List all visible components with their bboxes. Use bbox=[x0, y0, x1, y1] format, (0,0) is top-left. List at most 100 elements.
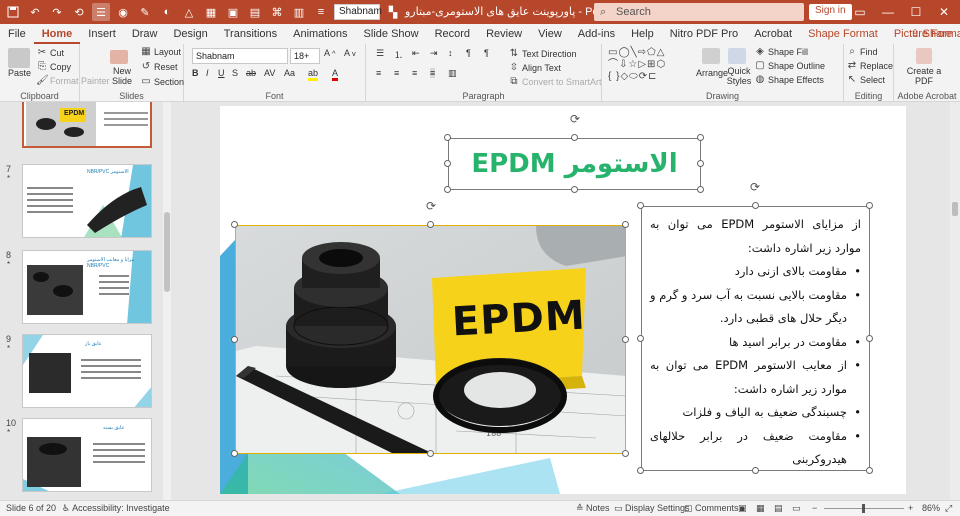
image-icon[interactable]: ▣ bbox=[224, 3, 242, 21]
align-left-icon[interactable]: ≡ bbox=[376, 68, 381, 78]
thumbnail-slide-10[interactable]: عایق بسته bbox=[22, 418, 152, 492]
align-icon[interactable]: ≡ bbox=[312, 3, 330, 21]
layout-icon[interactable]: ▥ bbox=[290, 3, 308, 21]
thumbnail-scrollbar[interactable] bbox=[163, 102, 171, 500]
align-center-icon[interactable]: ≡ bbox=[394, 68, 399, 78]
reset-button[interactable]: ↺ Reset bbox=[140, 61, 178, 73]
rtl-icon[interactable]: ¶ bbox=[484, 48, 489, 58]
font-grow-icon[interactable]: A ^ bbox=[324, 48, 336, 58]
slide-sorter-icon[interactable]: ▦ bbox=[756, 503, 765, 514]
epdm-picture[interactable]: 425 188 EPDM bbox=[235, 225, 626, 454]
fit-slide-icon[interactable]: ⤢ bbox=[945, 503, 952, 514]
new-slide-icon[interactable] bbox=[110, 50, 128, 64]
tab-file[interactable]: File bbox=[0, 24, 34, 44]
resize-handle[interactable] bbox=[571, 186, 578, 193]
redo-icon[interactable]: ↷ bbox=[48, 3, 66, 21]
textbox-rotate-handle-icon[interactable]: ⟳ bbox=[748, 180, 762, 194]
thumbnail-scroll-thumb[interactable] bbox=[164, 212, 170, 292]
link-icon[interactable]: ⌘ bbox=[268, 3, 286, 21]
quick-styles-icon[interactable] bbox=[728, 48, 746, 64]
rotate-handle-icon[interactable]: ⟳ bbox=[568, 112, 582, 126]
zoom-out-icon[interactable]: − bbox=[812, 503, 817, 513]
zoom-slider-thumb[interactable] bbox=[862, 504, 865, 513]
resize-handle[interactable] bbox=[697, 160, 704, 167]
resize-handle[interactable] bbox=[637, 202, 644, 209]
slideshow-icon[interactable]: ▭ bbox=[792, 503, 801, 514]
increase-indent-icon[interactable]: ⇥ bbox=[430, 48, 438, 59]
tab-acrobat[interactable]: Acrobat bbox=[746, 24, 800, 44]
arrange-icon[interactable] bbox=[702, 48, 720, 64]
canvas-scrollbar[interactable] bbox=[950, 102, 960, 500]
reading-view-icon[interactable]: ▤ bbox=[774, 503, 783, 514]
ltr-icon[interactable]: ¶ bbox=[466, 48, 471, 58]
resize-handle[interactable] bbox=[231, 336, 238, 343]
new-slide-button[interactable]: New Slide bbox=[108, 66, 136, 86]
resize-handle[interactable] bbox=[752, 467, 759, 474]
accessibility-button[interactable]: ♿ Accessibility: Investigate bbox=[62, 503, 170, 514]
tab-record[interactable]: Record bbox=[427, 24, 478, 44]
font-shrink-icon[interactable]: Av bbox=[344, 48, 356, 58]
replace-button[interactable]: ⇄ Replace bbox=[846, 60, 893, 72]
numbering-icon[interactable]: ⒈ bbox=[394, 48, 403, 61]
justify-icon[interactable]: ≡ bbox=[430, 68, 436, 78]
font-size-input[interactable]: 18+ bbox=[290, 48, 320, 64]
shadow-button[interactable]: S bbox=[232, 68, 238, 78]
tab-help[interactable]: Help bbox=[623, 24, 662, 44]
resize-handle[interactable] bbox=[752, 202, 759, 209]
tab-animations[interactable]: Animations bbox=[285, 24, 355, 44]
resize-handle[interactable] bbox=[444, 134, 451, 141]
section-button[interactable]: ▭ Section bbox=[140, 76, 184, 88]
tab-insert[interactable]: Insert bbox=[80, 24, 124, 44]
resize-handle[interactable] bbox=[444, 186, 451, 193]
tab-nitro-pdf-pro[interactable]: Nitro PDF Pro bbox=[662, 24, 746, 44]
quick-styles-button[interactable]: Quick Styles bbox=[726, 66, 752, 86]
zoom-in-icon[interactable]: + bbox=[908, 503, 913, 513]
minimize-icon[interactable]: — bbox=[874, 0, 902, 24]
char-spacing-button[interactable]: AV bbox=[264, 68, 275, 78]
resize-handle[interactable] bbox=[866, 335, 873, 342]
resize-handle[interactable] bbox=[622, 450, 629, 457]
shape-outline-button[interactable]: ▢ Shape Outline bbox=[754, 60, 825, 72]
tab-add-ins[interactable]: Add-ins bbox=[570, 24, 623, 44]
zoom-level[interactable]: 86% bbox=[922, 503, 940, 513]
tab-slide-show[interactable]: Slide Show bbox=[356, 24, 427, 44]
notes-button[interactable]: ≙ Notes bbox=[576, 503, 610, 514]
bullets-icon[interactable]: ☰ bbox=[376, 48, 384, 59]
table-icon[interactable]: ▦ bbox=[202, 3, 220, 21]
undo-icon[interactable]: ↶ bbox=[26, 3, 44, 21]
highlight-icon[interactable]: ab bbox=[308, 68, 319, 81]
resize-handle[interactable] bbox=[231, 450, 238, 457]
thumbnail-slide-9[interactable]: عایق باز bbox=[22, 334, 152, 408]
thumbnail-slide-6[interactable]: EPDM bbox=[22, 102, 152, 148]
tab-home[interactable]: Home bbox=[33, 24, 81, 44]
resize-handle[interactable] bbox=[866, 467, 873, 474]
find-button[interactable]: ⌕ Find bbox=[846, 46, 877, 58]
palette-icon[interactable]: ✎ bbox=[136, 3, 154, 21]
arrange-button[interactable]: Arrange bbox=[696, 68, 728, 78]
quick-font-name[interactable]: Shabnam bbox=[334, 4, 382, 20]
slide-title-box[interactable]: الاستومر EPDM bbox=[448, 138, 701, 190]
resize-handle[interactable] bbox=[571, 134, 578, 141]
resize-handle[interactable] bbox=[427, 221, 434, 228]
tab-shape-format[interactable]: Shape Format bbox=[800, 24, 886, 44]
resize-handle[interactable] bbox=[697, 186, 704, 193]
decrease-indent-icon[interactable]: ⇤ bbox=[412, 48, 420, 59]
paste-button[interactable]: Paste bbox=[8, 68, 31, 78]
color-icon[interactable]: ▚ bbox=[384, 3, 402, 21]
draw-icon[interactable]: ◐ bbox=[158, 3, 176, 21]
maximize-icon[interactable]: ☐ bbox=[902, 0, 930, 24]
create-pdf-button[interactable]: Create a PDF bbox=[904, 66, 944, 86]
smartart-button[interactable]: ⧉ Convert to SmartArt bbox=[508, 76, 601, 88]
picture-rotate-handle-icon[interactable]: ⟳ bbox=[424, 199, 438, 213]
shape-effects-button[interactable]: ◍ Shape Effects bbox=[754, 74, 824, 86]
align-right-icon[interactable]: ≡ bbox=[412, 68, 417, 78]
resize-handle[interactable] bbox=[622, 336, 629, 343]
slide-body-text-box[interactable]: از مزایای الاستومر EPDM می توان به موارد… bbox=[641, 206, 870, 471]
resize-handle[interactable] bbox=[444, 160, 451, 167]
tab-design[interactable]: Design bbox=[165, 24, 215, 44]
tab-view[interactable]: View bbox=[530, 24, 570, 44]
tab-draw[interactable]: Draw bbox=[124, 24, 166, 44]
cut-button[interactable]: ✂ Cut bbox=[36, 47, 64, 59]
line-spacing-icon[interactable]: ↕ bbox=[448, 48, 453, 58]
thumbnail-slide-8[interactable]: مزایا و معایب الاستومر NBR/PVC bbox=[22, 250, 152, 324]
